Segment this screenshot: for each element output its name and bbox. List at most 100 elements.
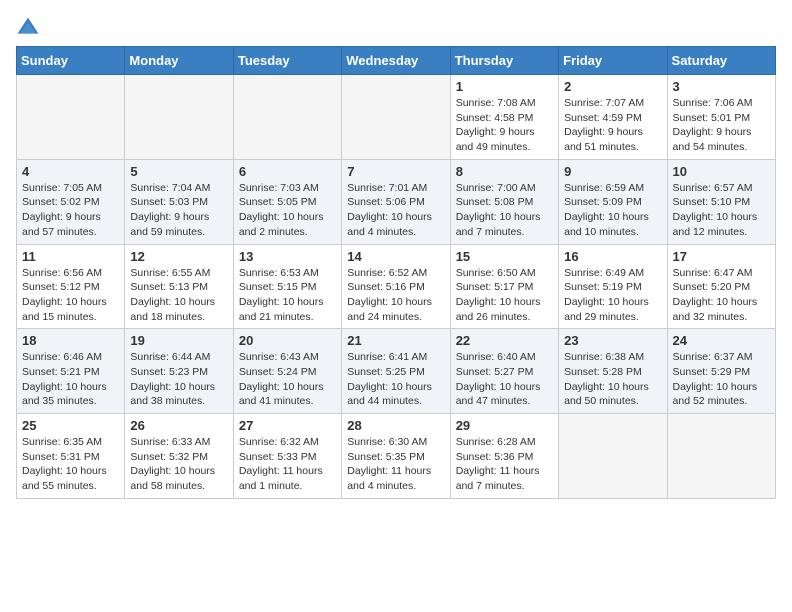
day-info: Sunrise: 6:38 AM Sunset: 5:28 PM Dayligh… (564, 350, 661, 409)
calendar-cell: 12 Sunrise: 6:55 AM Sunset: 5:13 PM Dayli… (125, 244, 233, 329)
calendar-cell (559, 414, 667, 499)
calendar-cell: 9 Sunrise: 6:59 AM Sunset: 5:09 PM Daylig… (559, 159, 667, 244)
calendar-cell (17, 75, 125, 160)
day-header-thursday: Thursday (450, 47, 558, 75)
day-number: 27 (239, 418, 336, 433)
calendar-cell: 10Sunrise: 6:57 AM Sunset: 5:10 PM Dayli… (667, 159, 775, 244)
day-info: Sunrise: 6:56 AM Sunset: 5:12 PM Dayligh… (22, 266, 119, 325)
day-info: Sunrise: 7:08 AM Sunset: 4:58 PM Dayligh… (456, 96, 553, 155)
day-number: 4 (22, 164, 119, 179)
day-header-friday: Friday (559, 47, 667, 75)
day-header-tuesday: Tuesday (233, 47, 341, 75)
day-number: 12 (130, 249, 227, 264)
days-header-row: SundayMondayTuesdayWednesdayThursdayFrid… (17, 47, 776, 75)
calendar-cell: 23 Sunrise: 6:38 AM Sunset: 5:28 PM Dayli… (559, 329, 667, 414)
day-number: 14 (347, 249, 444, 264)
day-number: 24 (673, 333, 770, 348)
calendar-cell: 26 Sunrise: 6:33 AM Sunset: 5:32 PM Dayli… (125, 414, 233, 499)
day-number: 9 (564, 164, 661, 179)
day-number: 23 (564, 333, 661, 348)
day-info: Sunrise: 7:06 AM Sunset: 5:01 PM Dayligh… (673, 96, 770, 155)
calendar-cell (125, 75, 233, 160)
day-number: 19 (130, 333, 227, 348)
calendar-cell: 3 Sunrise: 7:06 AM Sunset: 5:01 PM Daylig… (667, 75, 775, 160)
calendar-table: SundayMondayTuesdayWednesdayThursdayFrid… (16, 46, 776, 499)
day-number: 16 (564, 249, 661, 264)
day-number: 18 (22, 333, 119, 348)
day-number: 20 (239, 333, 336, 348)
calendar-cell: 7 Sunrise: 7:01 AM Sunset: 5:06 PM Daylig… (342, 159, 450, 244)
day-number: 1 (456, 79, 553, 94)
day-number: 17 (673, 249, 770, 264)
day-info: Sunrise: 6:28 AM Sunset: 5:36 PM Dayligh… (456, 435, 553, 494)
calendar-cell: 16 Sunrise: 6:49 AM Sunset: 5:19 PM Dayli… (559, 244, 667, 329)
calendar-cell: 1 Sunrise: 7:08 AM Sunset: 4:58 PM Daylig… (450, 75, 558, 160)
calendar-cell (342, 75, 450, 160)
day-number: 21 (347, 333, 444, 348)
day-header-saturday: Saturday (667, 47, 775, 75)
day-info: Sunrise: 6:55 AM Sunset: 5:13 PM Dayligh… (130, 266, 227, 325)
day-info: Sunrise: 7:07 AM Sunset: 4:59 PM Dayligh… (564, 96, 661, 155)
day-info: Sunrise: 7:03 AM Sunset: 5:05 PM Dayligh… (239, 181, 336, 240)
calendar-cell: 5 Sunrise: 7:04 AM Sunset: 5:03 PM Daylig… (125, 159, 233, 244)
calendar-cell: 17 Sunrise: 6:47 AM Sunset: 5:20 PM Dayli… (667, 244, 775, 329)
calendar-cell: 4 Sunrise: 7:05 AM Sunset: 5:02 PM Daylig… (17, 159, 125, 244)
day-number: 28 (347, 418, 444, 433)
calendar-cell: 20 Sunrise: 6:43 AM Sunset: 5:24 PM Dayli… (233, 329, 341, 414)
day-info: Sunrise: 6:59 AM Sunset: 5:09 PM Dayligh… (564, 181, 661, 240)
calendar-cell: 27 Sunrise: 6:32 AM Sunset: 5:33 PM Dayli… (233, 414, 341, 499)
calendar-cell: 18Sunrise: 6:46 AM Sunset: 5:21 PM Dayli… (17, 329, 125, 414)
day-info: Sunrise: 6:52 AM Sunset: 5:16 PM Dayligh… (347, 266, 444, 325)
calendar-cell: 19 Sunrise: 6:44 AM Sunset: 5:23 PM Dayli… (125, 329, 233, 414)
day-info: Sunrise: 6:41 AM Sunset: 5:25 PM Dayligh… (347, 350, 444, 409)
day-info: Sunrise: 6:47 AM Sunset: 5:20 PM Dayligh… (673, 266, 770, 325)
day-number: 7 (347, 164, 444, 179)
day-number: 6 (239, 164, 336, 179)
day-number: 5 (130, 164, 227, 179)
header (16, 16, 776, 40)
day-number: 2 (564, 79, 661, 94)
calendar-cell: 28 Sunrise: 6:30 AM Sunset: 5:35 PM Dayli… (342, 414, 450, 499)
calendar-cell: 29 Sunrise: 6:28 AM Sunset: 5:36 PM Dayli… (450, 414, 558, 499)
calendar-cell (667, 414, 775, 499)
day-info: Sunrise: 6:43 AM Sunset: 5:24 PM Dayligh… (239, 350, 336, 409)
day-number: 3 (673, 79, 770, 94)
day-info: Sunrise: 6:44 AM Sunset: 5:23 PM Dayligh… (130, 350, 227, 409)
day-info: Sunrise: 6:53 AM Sunset: 5:15 PM Dayligh… (239, 266, 336, 325)
week-row-5: 25Sunrise: 6:35 AM Sunset: 5:31 PM Dayli… (17, 414, 776, 499)
day-number: 15 (456, 249, 553, 264)
day-number: 29 (456, 418, 553, 433)
day-info: Sunrise: 6:49 AM Sunset: 5:19 PM Dayligh… (564, 266, 661, 325)
week-row-1: 1 Sunrise: 7:08 AM Sunset: 4:58 PM Daylig… (17, 75, 776, 160)
day-info: Sunrise: 6:50 AM Sunset: 5:17 PM Dayligh… (456, 266, 553, 325)
logo-icon (16, 16, 40, 40)
day-info: Sunrise: 6:33 AM Sunset: 5:32 PM Dayligh… (130, 435, 227, 494)
calendar-cell: 15 Sunrise: 6:50 AM Sunset: 5:17 PM Dayli… (450, 244, 558, 329)
day-info: Sunrise: 7:05 AM Sunset: 5:02 PM Dayligh… (22, 181, 119, 240)
day-info: Sunrise: 6:32 AM Sunset: 5:33 PM Dayligh… (239, 435, 336, 494)
week-row-3: 11Sunrise: 6:56 AM Sunset: 5:12 PM Dayli… (17, 244, 776, 329)
day-number: 8 (456, 164, 553, 179)
calendar-cell: 2 Sunrise: 7:07 AM Sunset: 4:59 PM Daylig… (559, 75, 667, 160)
day-info: Sunrise: 7:00 AM Sunset: 5:08 PM Dayligh… (456, 181, 553, 240)
week-row-4: 18Sunrise: 6:46 AM Sunset: 5:21 PM Dayli… (17, 329, 776, 414)
day-info: Sunrise: 7:04 AM Sunset: 5:03 PM Dayligh… (130, 181, 227, 240)
logo (16, 16, 44, 40)
day-info: Sunrise: 6:37 AM Sunset: 5:29 PM Dayligh… (673, 350, 770, 409)
day-info: Sunrise: 6:57 AM Sunset: 5:10 PM Dayligh… (673, 181, 770, 240)
calendar-cell: 25Sunrise: 6:35 AM Sunset: 5:31 PM Dayli… (17, 414, 125, 499)
day-info: Sunrise: 6:35 AM Sunset: 5:31 PM Dayligh… (22, 435, 119, 494)
day-header-monday: Monday (125, 47, 233, 75)
day-header-wednesday: Wednesday (342, 47, 450, 75)
calendar-cell: 6 Sunrise: 7:03 AM Sunset: 5:05 PM Daylig… (233, 159, 341, 244)
calendar-cell: 22 Sunrise: 6:40 AM Sunset: 5:27 PM Dayli… (450, 329, 558, 414)
day-header-sunday: Sunday (17, 47, 125, 75)
day-number: 26 (130, 418, 227, 433)
day-info: Sunrise: 6:40 AM Sunset: 5:27 PM Dayligh… (456, 350, 553, 409)
day-number: 13 (239, 249, 336, 264)
day-info: Sunrise: 7:01 AM Sunset: 5:06 PM Dayligh… (347, 181, 444, 240)
calendar-cell: 21 Sunrise: 6:41 AM Sunset: 5:25 PM Dayli… (342, 329, 450, 414)
week-row-2: 4 Sunrise: 7:05 AM Sunset: 5:02 PM Daylig… (17, 159, 776, 244)
day-info: Sunrise: 6:30 AM Sunset: 5:35 PM Dayligh… (347, 435, 444, 494)
day-number: 22 (456, 333, 553, 348)
